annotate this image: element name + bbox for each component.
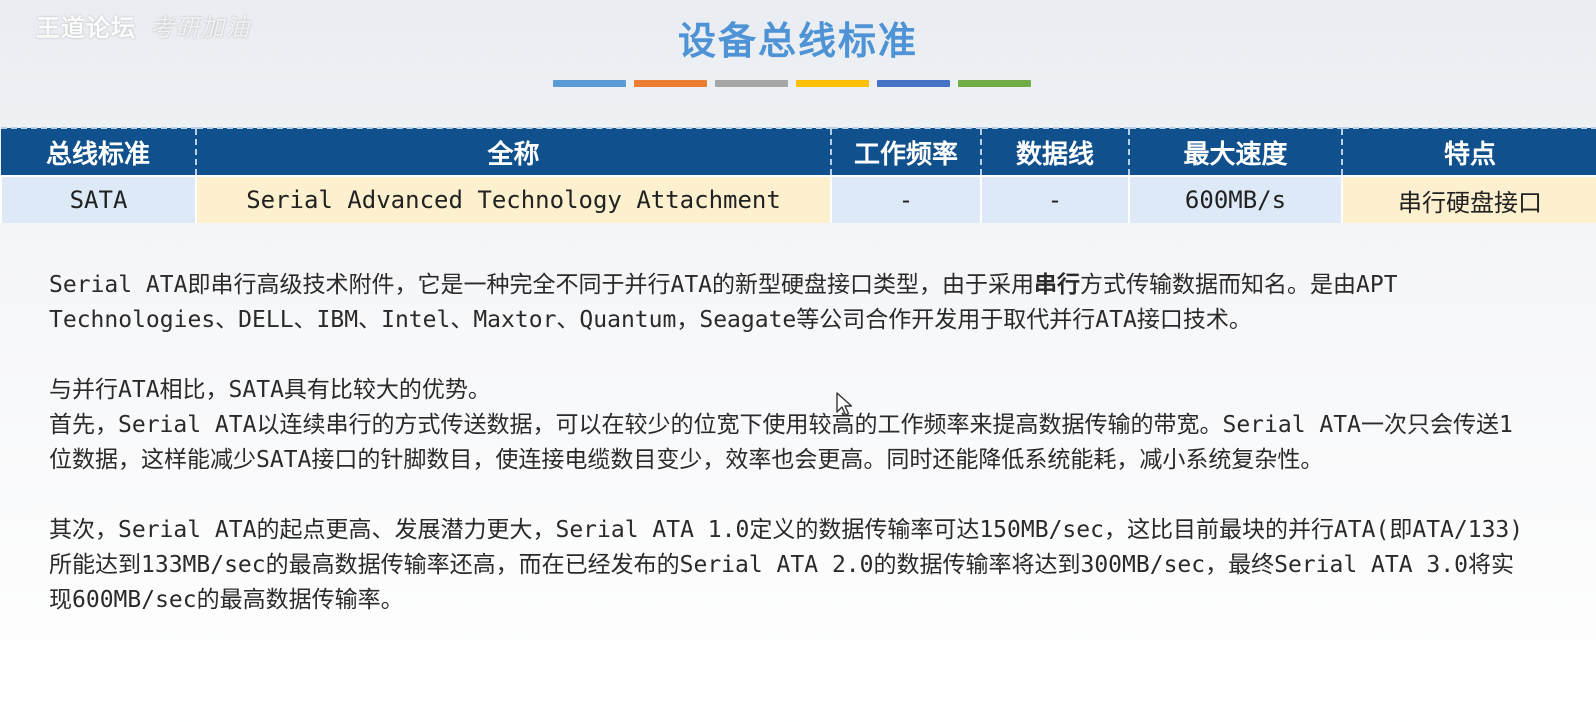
cell-feature: 串行硬盘接口	[1341, 175, 1596, 223]
header-max-speed: 最大速度	[1128, 127, 1342, 176]
header-feature: 特点	[1341, 127, 1596, 176]
slide-title: 设备总线标准	[677, 19, 918, 63]
bus-standard-table: 总线标准 全称 工作频率 数据线 最大速度 特点 SATA Serial Adv…	[0, 127, 1596, 223]
stripe-1	[553, 80, 626, 87]
header-full-name: 全称	[195, 127, 831, 176]
paragraph-advantages: 与并行ATA相比，SATA具有比较大的优势。 首先，Serial ATA以连续串…	[49, 377, 1513, 473]
title-decoration-stripes	[553, 80, 1031, 87]
table-row: SATA Serial Advanced Technology Attachme…	[0, 175, 1596, 223]
paragraph-intro-bold: 串行	[1034, 272, 1081, 298]
stripe-4	[796, 80, 869, 87]
header-frequency: 工作频率	[830, 127, 981, 176]
cell-bus-standard: SATA	[0, 175, 196, 223]
table-header-row: 总线标准 全称 工作频率 数据线 最大速度 特点	[1, 127, 1596, 176]
cell-frequency: -	[830, 175, 981, 223]
paragraph-speed: 其次，Serial ATA的起点更高、发展潜力更大，Serial ATA 1.0…	[49, 517, 1524, 613]
header-data-lines: 数据线	[980, 127, 1129, 176]
body-text: Serial ATA即串行高级技术附件，它是一种完全不同于并行ATA的新型硬盘接…	[49, 268, 1529, 618]
cell-data-lines: -	[980, 175, 1129, 223]
stripe-6	[958, 80, 1031, 87]
mouse-pointer-icon	[836, 392, 853, 416]
stripe-2	[634, 80, 707, 87]
paragraph-intro: Serial ATA即串行高级技术附件，它是一种完全不同于并行ATA的新型硬盘接…	[49, 268, 1529, 338]
stripe-5	[877, 80, 950, 87]
cell-full-name: Serial Advanced Technology Attachment	[195, 175, 831, 223]
paragraph-intro-pre: Serial ATA即串行高级技术附件，它是一种完全不同于并行ATA的新型硬盘接…	[49, 272, 1035, 298]
stripe-3	[715, 80, 788, 87]
cell-max-speed: 600MB/s	[1128, 175, 1342, 223]
header-bus-standard: 总线标准	[1, 127, 196, 176]
